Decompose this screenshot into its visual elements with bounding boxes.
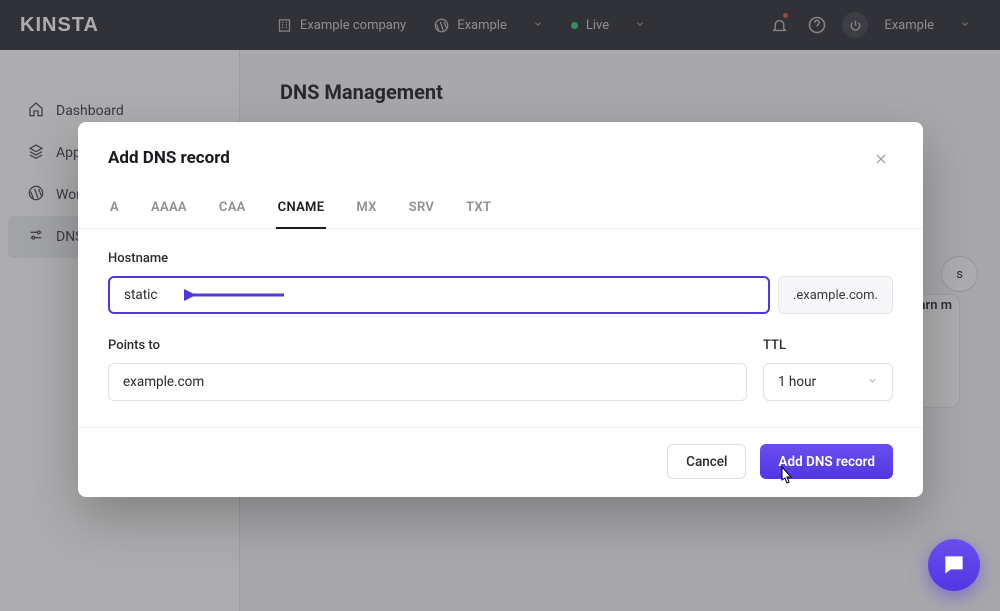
hostname-suffix: .example.com.: [778, 276, 893, 314]
tab-srv[interactable]: SRV: [407, 190, 436, 228]
ttl-value: 1 hour: [778, 374, 816, 390]
tab-a[interactable]: A: [108, 190, 121, 228]
modal-title: Add DNS record: [108, 148, 893, 168]
chat-icon: [941, 552, 967, 578]
ttl-label: TTL: [763, 338, 893, 353]
record-type-tabs: A AAAA CAA CNAME MX SRV TXT: [78, 182, 923, 229]
chevron-down-icon: [867, 374, 878, 390]
tab-txt[interactable]: TXT: [464, 190, 493, 228]
tab-caa[interactable]: CAA: [217, 190, 248, 228]
ttl-select[interactable]: 1 hour: [763, 363, 893, 401]
add-dns-record-modal: Add DNS record A AAAA CAA CNAME MX SRV T…: [78, 122, 923, 497]
points-to-input[interactable]: [108, 363, 747, 401]
modal-close-button[interactable]: [869, 148, 893, 172]
hostname-input[interactable]: [108, 276, 770, 314]
chat-widget-button[interactable]: [928, 539, 980, 591]
hostname-label: Hostname: [108, 251, 893, 266]
close-icon: [874, 151, 888, 170]
tab-cname[interactable]: CNAME: [276, 190, 327, 229]
cancel-button[interactable]: Cancel: [667, 444, 746, 479]
add-dns-record-button[interactable]: Add DNS record: [760, 444, 893, 479]
tab-aaaa[interactable]: AAAA: [149, 190, 189, 228]
tab-mx[interactable]: MX: [354, 190, 378, 228]
points-to-label: Points to: [108, 338, 747, 353]
